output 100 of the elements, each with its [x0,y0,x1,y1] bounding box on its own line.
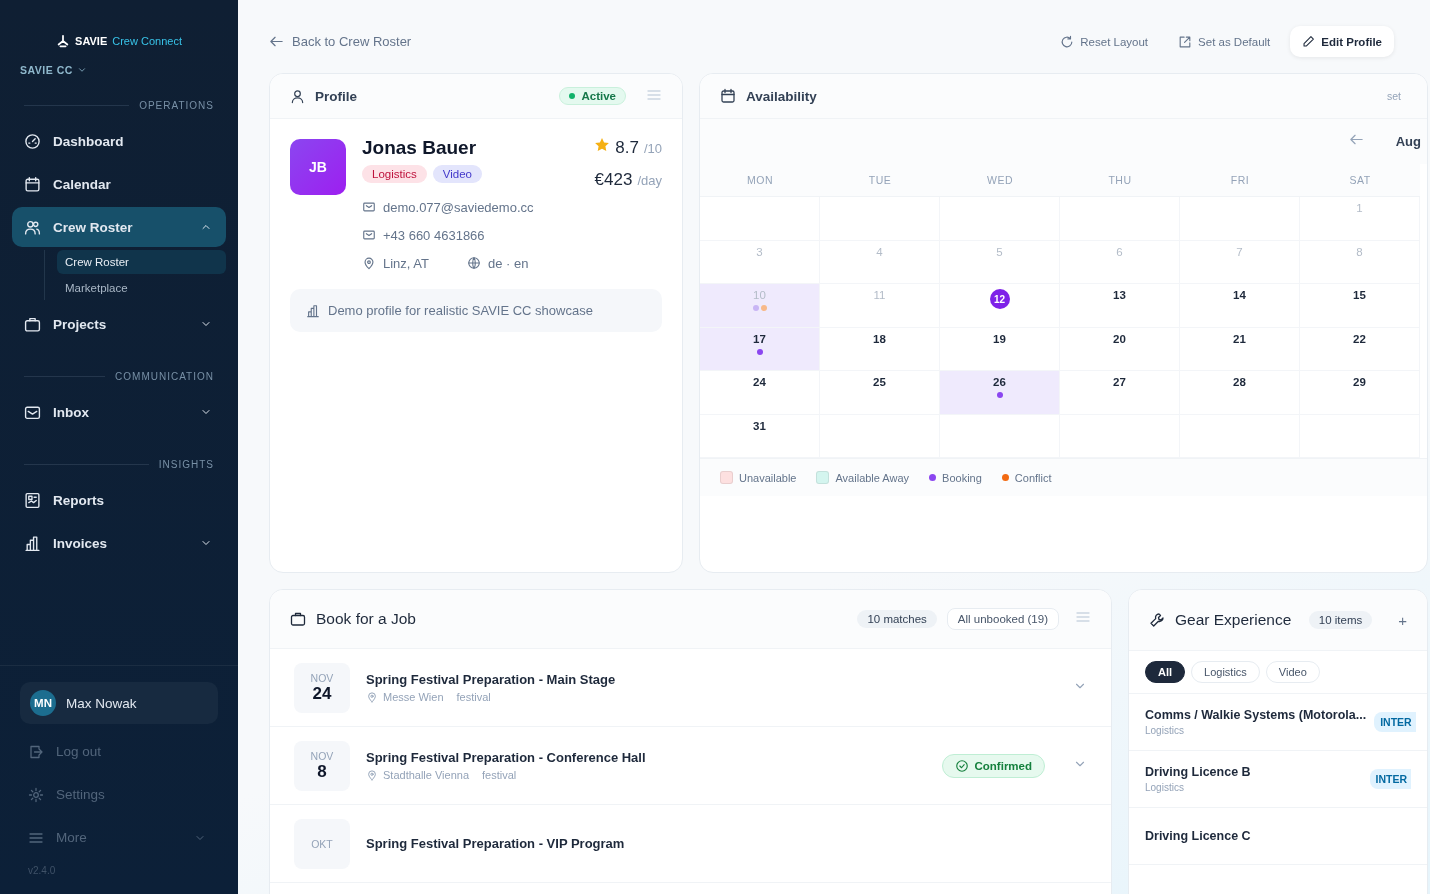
add-button[interactable]: + [1382,611,1407,629]
calendar-day[interactable]: 13 [1060,284,1180,328]
weekday-label: WED [940,164,1060,197]
calendar-day[interactable]: 24 [700,371,820,415]
settings-icon [28,786,44,803]
legend-label: Conflict [1014,471,1052,484]
logout-icon [28,743,44,760]
status-badge: Confirmed [941,753,1045,778]
user-card[interactable]: MN Max Nowak [20,682,218,724]
calendar-day[interactable]: 28 [1180,371,1300,415]
location-pin-icon [366,691,378,703]
job-row[interactable]: NOV 8 Spring Festival Preparation - Conference Hall Stadthalle Vienna festival Confirmed [270,727,1111,805]
job-row[interactable]: NOV 24 Spring Festival Preparation - Main Stage Messe Wien festival [270,649,1111,727]
calendar-day[interactable]: 15 [1300,284,1420,328]
filter-chip[interactable]: Video [1265,661,1320,683]
calendar-day[interactable]: 17 [700,327,820,371]
nav-subitem[interactable]: Crew Roster [57,250,226,274]
day-number: 15 [1353,289,1366,301]
nav-item[interactable]: Inbox [12,392,226,432]
nav-item[interactable]: Calendar [12,164,226,204]
filter-chip[interactable]: Logistics [1191,661,1260,683]
user-avatar: MN [30,690,56,716]
day-number: 1 [1356,202,1363,214]
date-month: NOV [310,749,334,762]
job-row[interactable]: OKT Spring Festival Preparation - VIP Program [270,805,1111,883]
report-icon [24,491,41,509]
section-heading: INSIGHTS [24,459,214,470]
match-count: 10 matches [857,610,937,628]
day-number: 10 [753,289,766,301]
card-title: Availability [746,88,818,104]
date-day: 8 [317,761,327,782]
languages-text: de · en [488,255,529,271]
calendar-day[interactable]: 20 [1060,327,1180,371]
calendar-day[interactable]: 22 [1300,327,1420,371]
gear-row[interactable]: Driving Licence B Logistics INTER [1129,751,1427,808]
wrench-icon [1149,612,1165,628]
job-title: Spring Festival Preparation - VIP Program [366,836,626,851]
calendar-day[interactable]: 14 [1180,284,1300,328]
month-label: Aug [1395,134,1421,149]
menu-icon [1075,609,1091,625]
job-category: festival [456,691,491,703]
section-heading: COMMUNICATION [24,371,214,382]
weekday-label: FRI [1180,164,1300,197]
weekday-label: THU [1060,164,1180,197]
arrow-left-icon [269,34,284,49]
day-number: 11 [873,289,886,301]
day-number: 5 [996,245,1003,258]
rate-unit: /day [637,173,662,188]
envelope-icon [362,200,376,214]
item-count: 10 items [1308,611,1373,629]
nav-item[interactable]: Crew Roster [12,207,226,247]
back-link[interactable]: Back to Crew Roster [269,34,1031,49]
day-number: 31 [753,419,766,432]
day-number: 12 [989,289,1010,309]
day-number: 17 [753,332,766,345]
gear-name: Comms / Walkie Systems (Motorola... [1145,708,1367,722]
job-title: Spring Festival Preparation - Conference Hall [366,750,647,765]
calendar-day[interactable]: 18 [820,327,940,371]
level-badge: INTER [1369,769,1411,789]
chevron-down-icon [76,65,87,75]
job-venue: Messe Wien [383,691,444,703]
weekday-label: MON [700,164,820,197]
gear-category: Logistics [1145,725,1185,736]
check-circle-icon [954,758,969,773]
gear-row[interactable]: Driving Licence C [1129,808,1427,865]
toolbar-button[interactable]: Edit Profile [1290,26,1394,57]
filter-chip[interactable]: All [1145,661,1186,683]
arrow-left-icon [1348,132,1364,147]
nav-item[interactable]: Dashboard [12,121,226,161]
job-title: Spring Festival Preparation - Main Stage [366,672,617,687]
day-number: 21 [1233,332,1246,345]
calendar-day[interactable]: 27 [1060,371,1180,415]
gear-row[interactable]: Comms / Walkie Systems (Motorola... Logistics INTER [1129,694,1427,751]
calendar-day[interactable]: 29 [1300,371,1420,415]
calendar-day[interactable]: 21 [1180,327,1300,371]
nav-item[interactable]: Reports [12,480,226,520]
org-switcher[interactable]: SAVIE CC [20,64,226,76]
day-number: 8 [1356,245,1363,258]
card-title: Book for a Job [316,610,417,628]
gauge-icon [24,132,41,150]
briefcase-icon [290,611,306,627]
location-text: Linz, AT [383,255,429,271]
toolbar-button[interactable]: Set as Default [1178,34,1271,49]
nav-item[interactable]: Invoices [12,523,226,563]
calendar-day[interactable]: 26 [940,371,1060,415]
filter-button[interactable]: All unbooked (19) [946,608,1059,630]
legend-label: Unavailable [739,471,797,484]
job-category: festival [482,769,517,781]
envelope-icon [24,403,41,421]
day-number: 26 [993,376,1006,388]
nav-item[interactable]: Projects [12,304,226,344]
location-pin-icon [362,256,376,270]
day-number: 13 [1113,289,1126,301]
nav-subitem[interactable]: Marketplace [57,276,226,300]
date-month: OKT [311,837,333,850]
section-heading: OPERATIONS [24,100,214,111]
calendar-day[interactable]: 12 [940,284,1060,328]
gear-name: Driving Licence C [1145,829,1252,843]
card-title: Gear Experience [1175,611,1293,629]
toolbar-button[interactable]: Reset Layout [1060,34,1149,49]
